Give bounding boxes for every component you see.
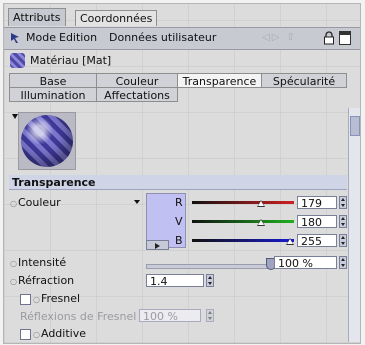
lock-icon[interactable] (323, 31, 335, 45)
tab-specularite[interactable]: Spécularité (261, 73, 347, 88)
animate-dot-icon[interactable]: ○ (10, 259, 17, 268)
channel-b-stepper[interactable] (339, 234, 347, 247)
intensity-input[interactable]: 100 % (274, 256, 337, 270)
additive-label-row: ○Additive (33, 327, 86, 340)
fresnel-label: Fresnel (40, 292, 81, 305)
tab-coordonnees[interactable]: Coordonnées (75, 10, 158, 26)
channel-v-slider[interactable] (192, 219, 294, 226)
animate-dot-icon[interactable]: ○ (33, 295, 40, 304)
channel-r-input[interactable]: 179 (297, 196, 337, 210)
tab-affectations[interactable]: Affectations (96, 87, 178, 102)
additive-checkbox[interactable] (20, 329, 31, 340)
color-picker-button[interactable] (146, 240, 169, 250)
tab-base[interactable]: Base (9, 73, 97, 88)
new-window-icon[interactable] (339, 31, 351, 45)
fresnel-reflections-input[interactable]: 100 % (139, 309, 201, 323)
material-title: Matériau [Mat] (30, 54, 112, 67)
tab-illumination[interactable]: Illumination (9, 87, 97, 102)
refraction-label-row: ○Réfraction (10, 274, 74, 287)
vertical-scrollbar[interactable] (348, 108, 360, 342)
menu-mode[interactable]: Mode (26, 31, 56, 44)
channel-b-slider[interactable] (192, 238, 294, 245)
preview-sphere (21, 115, 73, 167)
color-label-row: ○Couleur (10, 196, 61, 209)
channel-v-knob[interactable] (257, 219, 266, 226)
fresnel-reflections-label: Réflexions de Fresnel (20, 310, 137, 323)
channel-r-slider[interactable] (192, 200, 294, 207)
animate-dot-icon[interactable]: ○ (10, 277, 17, 286)
color-label: Couleur (17, 196, 61, 209)
fresnel-reflections-stepper[interactable] (206, 309, 214, 322)
material-preview[interactable] (18, 112, 76, 170)
tab-couleur[interactable]: Couleur (96, 73, 178, 88)
animate-dot-icon[interactable]: ○ (33, 330, 40, 339)
channel-r-label: R (175, 196, 183, 209)
intensity-label: Intensité (17, 256, 67, 269)
intensity-slider[interactable] (146, 264, 270, 269)
cursor-arrow-icon[interactable] (10, 32, 22, 44)
channel-b-input[interactable]: 255 (297, 234, 337, 248)
channel-v-label: V (175, 215, 183, 228)
material-icon (10, 53, 25, 68)
fresnel-checkbox[interactable] (20, 294, 31, 305)
fresnel-label-row: ○Fresnel (33, 292, 80, 305)
channel-b-knob[interactable] (286, 238, 294, 245)
scrollbar-thumb[interactable] (350, 116, 360, 136)
tab-attributs[interactable]: Attributs (8, 8, 66, 26)
refraction-label: Réfraction (17, 274, 75, 287)
menu-edition[interactable]: Edition (59, 31, 97, 44)
intensity-stepper[interactable] (339, 256, 347, 269)
section-header-transparence: Transparence (9, 175, 347, 190)
menu-bar: Mode Edition Données utilisateur ◁▷ ⇧ (4, 27, 360, 50)
additive-label: Additive (40, 327, 86, 340)
refraction-input[interactable]: 1.4 (146, 274, 204, 288)
attribute-manager-panel: Attributs Coordonnées Mode Edition Donné… (3, 3, 361, 344)
intensity-label-row: ○Intensité (10, 256, 66, 269)
refraction-stepper[interactable] (206, 274, 214, 287)
animate-dot-icon[interactable]: ○ (10, 199, 17, 208)
channel-v-stepper[interactable] (339, 215, 347, 228)
tab-transparence[interactable]: Transparence (177, 73, 262, 88)
nav-arrows-icon[interactable]: ◁▷ ⇧ (262, 32, 297, 43)
color-dropdown-icon[interactable] (134, 200, 140, 204)
menu-donnees-utilisateur[interactable]: Données utilisateur (109, 31, 216, 44)
channel-r-knob[interactable] (256, 200, 265, 207)
channel-v-input[interactable]: 180 (297, 215, 337, 229)
channel-b-label: B (175, 234, 183, 247)
channel-r-stepper[interactable] (339, 196, 347, 209)
